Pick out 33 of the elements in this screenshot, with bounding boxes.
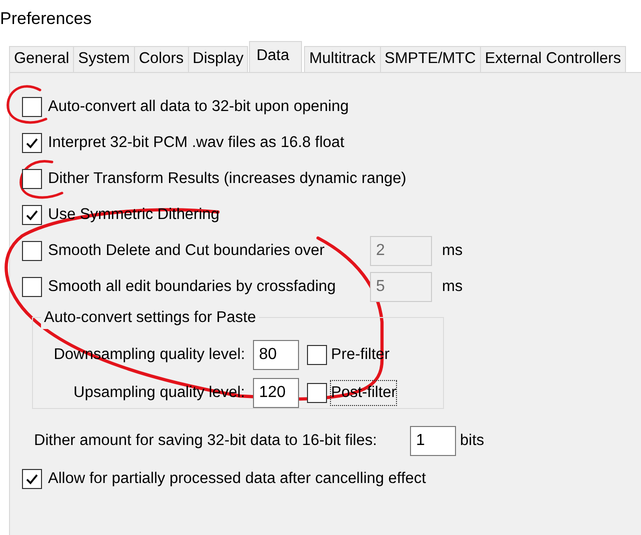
unit-label: ms <box>442 277 463 298</box>
option-label: Dither Transform Results (increases dynamic range) <box>48 169 406 190</box>
tab[interactable]: General <box>9 46 74 72</box>
checkbox[interactable] <box>22 469 42 489</box>
tab[interactable]: External Controllers <box>480 46 626 72</box>
tab[interactable]: Multitrack <box>304 46 381 72</box>
option-label: Smooth Delete and Cut boundaries over <box>48 241 326 262</box>
checkbox[interactable] <box>22 169 42 189</box>
annotation-mark <box>6 85 48 124</box>
tab[interactable]: SMPTE/MTC <box>380 46 481 72</box>
checkbox[interactable] <box>22 133 42 153</box>
option-label: Allow for partially processed data after cancelling effect <box>48 469 426 490</box>
check-icon <box>25 472 39 486</box>
window-title: Preferences <box>0 8 93 30</box>
checkbox[interactable] <box>307 345 327 365</box>
number-field[interactable]: 80 <box>253 340 299 370</box>
tab[interactable]: Colors <box>134 46 189 72</box>
check-icon <box>25 136 39 150</box>
unit-label: bits <box>460 431 484 452</box>
tab[interactable]: Data <box>249 41 302 72</box>
tab[interactable]: Display <box>188 46 248 72</box>
number-field[interactable]: 120 <box>253 378 299 408</box>
unit-label: ms <box>442 241 463 262</box>
checkbox[interactable] <box>22 97 42 117</box>
option-label: Auto-convert all data to 32-bit upon opening <box>48 97 349 118</box>
field-label: Dither amount for saving 32-bit data to 16-bit files: <box>34 431 378 452</box>
number-field[interactable]: 1 <box>410 426 456 456</box>
check-icon <box>25 208 39 222</box>
tab[interactable]: System <box>73 46 135 72</box>
option-label: Interpret 32-bit PCM .wav files as 16.8 float <box>48 133 344 154</box>
checkbox[interactable] <box>22 205 42 225</box>
option-label: Smooth all edit boundaries by crossfading <box>48 277 337 298</box>
checkbox[interactable] <box>307 383 327 403</box>
